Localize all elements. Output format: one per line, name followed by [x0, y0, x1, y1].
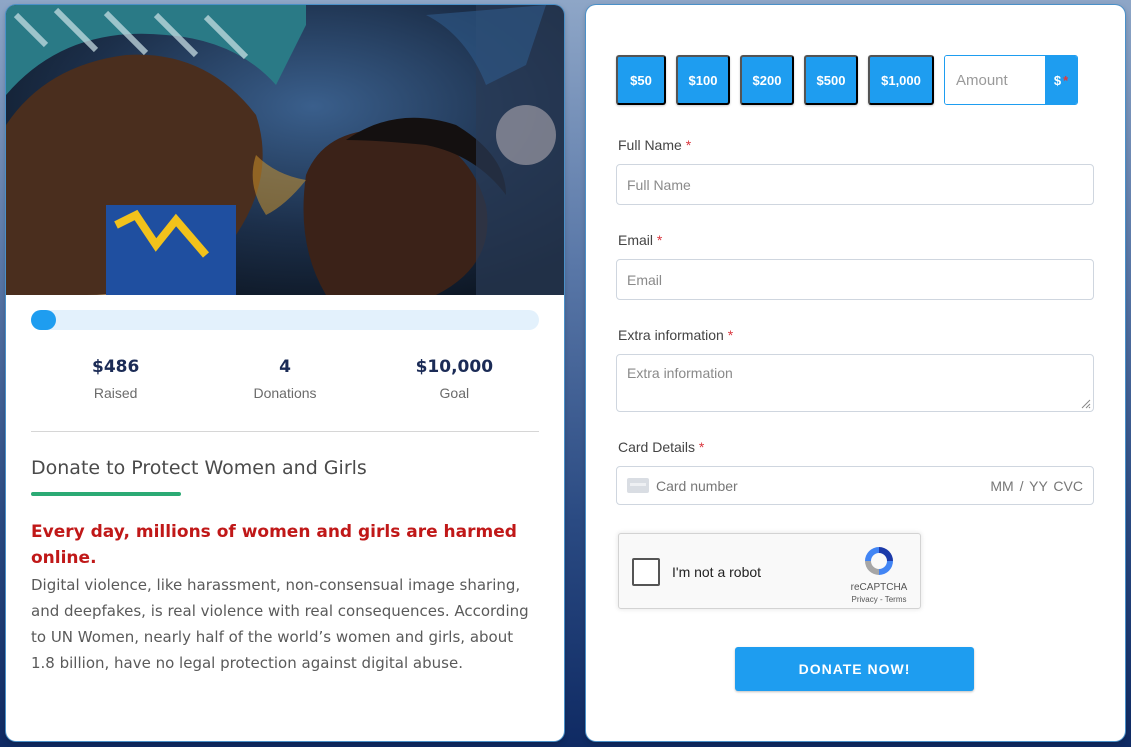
full-name-label-text: Full Name: [618, 137, 682, 153]
stat-raised: $486 Raised: [31, 355, 200, 401]
full-name-field: [616, 164, 1094, 205]
stat-goal: $10,000 Goal: [370, 355, 539, 401]
donation-stats: $486 Raised 4 Donations $10,000 Goal: [31, 355, 539, 401]
amount-50-button[interactable]: $50: [616, 55, 666, 105]
stat-donations-value: 4: [279, 357, 291, 377]
campaign-card: $486 Raised 4 Donations $10,000 Goal Don…: [6, 5, 564, 741]
amount-500-button[interactable]: $500: [804, 55, 858, 105]
stats-divider: [31, 431, 539, 432]
extra-info-label: Extra information *: [618, 327, 733, 343]
extra-info-textarea[interactable]: [617, 355, 1093, 411]
campaign-title: Donate to Protect Women and Girls: [31, 457, 367, 479]
required-mark: *: [685, 137, 692, 153]
required-mark: *: [727, 327, 734, 343]
currency-symbol: $: [1053, 72, 1062, 88]
custom-amount-field: $*: [944, 55, 1078, 105]
recaptcha-label: I'm not a robot: [672, 564, 762, 580]
stat-donations: 4 Donations: [200, 355, 369, 401]
email-label-text: Email: [618, 232, 654, 248]
stat-donations-label: Donations: [253, 385, 317, 401]
stat-goal-label: Goal: [439, 385, 470, 401]
recaptcha-links[interactable]: Privacy - Terms: [841, 595, 917, 604]
stat-raised-label: Raised: [93, 385, 138, 401]
amount-100-button[interactable]: $100: [676, 55, 730, 105]
card-expiry-cvc[interactable]: MM / YY CVC: [990, 478, 1083, 494]
recaptcha-widget: I'm not a robot reCAPTCHA Privacy - Term…: [618, 533, 921, 609]
amount-1000-button[interactable]: $1,000: [868, 55, 934, 105]
stat-goal-value: $10,000: [415, 357, 494, 377]
email-label: Email *: [618, 232, 662, 248]
card-details-label: Card Details *: [618, 439, 704, 455]
recaptcha-checkbox[interactable]: [632, 558, 660, 586]
donation-form-card: $50 $100 $200 $500 $1,000 $* Full Name *…: [586, 5, 1125, 741]
donation-progress-fill: [31, 310, 56, 330]
credit-card-icon: [627, 478, 649, 493]
extra-info-label-text: Extra information: [618, 327, 724, 343]
recaptcha-logo-icon: [865, 547, 893, 575]
currency-label: $ *: [1045, 56, 1077, 104]
donation-progress-bar: [31, 310, 539, 330]
campaign-highlight: Every day, millions of women and girls a…: [31, 522, 517, 568]
card-details-label-text: Card Details: [618, 439, 696, 455]
card-number-input[interactable]: Card number: [656, 478, 990, 494]
required-mark: *: [656, 232, 663, 248]
custom-amount-input[interactable]: [945, 56, 1045, 104]
email-input[interactable]: [617, 260, 1093, 299]
stat-raised-value: $486: [92, 357, 140, 377]
amount-options: $50 $100 $200 $500 $1,000 $*: [616, 55, 1078, 105]
required-mark: *: [1063, 72, 1069, 88]
resize-grip-icon[interactable]: [1079, 397, 1091, 409]
donate-now-button[interactable]: DONATE NOW!: [735, 647, 974, 691]
recaptcha-brand: reCAPTCHA: [850, 582, 908, 593]
extra-info-field: [616, 354, 1094, 412]
title-underline: [31, 492, 181, 496]
campaign-photo: [6, 5, 564, 295]
email-field: [616, 259, 1094, 300]
full-name-input[interactable]: [617, 165, 1093, 204]
full-name-label: Full Name *: [618, 137, 691, 153]
campaign-description: Digital violence, like harassment, non-c…: [31, 576, 529, 672]
required-mark: *: [698, 439, 705, 455]
card-details-field[interactable]: Card number MM / YY CVC: [616, 466, 1094, 505]
amount-200-button[interactable]: $200: [740, 55, 794, 105]
